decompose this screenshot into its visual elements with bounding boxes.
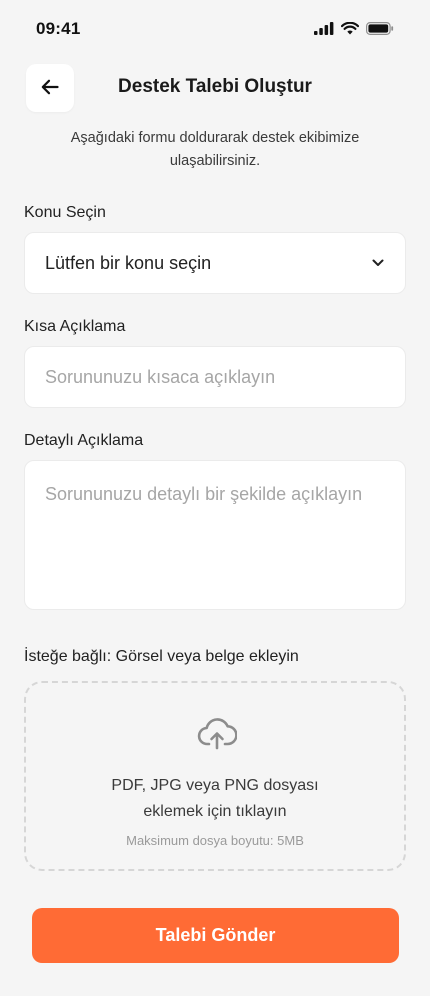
upload-size-hint: Maksimum dosya boyutu: 5MB bbox=[126, 833, 304, 848]
intro-line: Aşağıdaki formu doldurarak destek ekibim… bbox=[70, 130, 360, 146]
wifi-icon bbox=[340, 21, 360, 40]
file-upload-dropzone[interactable]: PDF, JPG veya PNG dosyası eklemek için t… bbox=[24, 681, 406, 871]
detailed-description-label: Detaylı Açıklama bbox=[24, 432, 144, 449]
chevron-down-icon bbox=[371, 256, 385, 270]
intro-text: Aşağıdaki formu doldurarak destek ekibim… bbox=[40, 127, 390, 173]
attachment-label: İsteğe bağlı: Görsel veya belge ekleyin bbox=[24, 648, 299, 665]
intro-line: ulaşabilirsiniz. bbox=[169, 153, 261, 169]
short-description-input[interactable] bbox=[24, 346, 406, 408]
topic-select[interactable]: Lütfen bir konu seçin bbox=[24, 232, 406, 294]
page-title: Destek Talebi Oluştur bbox=[118, 76, 312, 97]
cloud-upload-icon bbox=[197, 715, 238, 751]
status-bar: 09:41 bbox=[0, 0, 430, 60]
detailed-description-textarea[interactable] bbox=[24, 460, 406, 610]
submit-request-button[interactable]: Talebi Gönder bbox=[32, 908, 399, 963]
status-icons bbox=[314, 21, 394, 40]
topic-select-value: Lütfen bir konu seçin bbox=[45, 252, 212, 273]
upload-instruction: eklemek için tıklayın bbox=[143, 803, 287, 820]
status-time: 09:41 bbox=[36, 19, 81, 38]
topic-label: Konu Seçin bbox=[24, 204, 106, 221]
upload-instruction: PDF, JPG veya PNG dosyası bbox=[111, 777, 319, 794]
support-request-screen: 09:41 Destek Talebi Oluştur Aşağıdaki fo… bbox=[0, 0, 430, 996]
battery-icon bbox=[366, 22, 394, 40]
cellular-signal-icon bbox=[314, 22, 334, 40]
short-description-label: Kısa Açıklama bbox=[24, 318, 126, 335]
